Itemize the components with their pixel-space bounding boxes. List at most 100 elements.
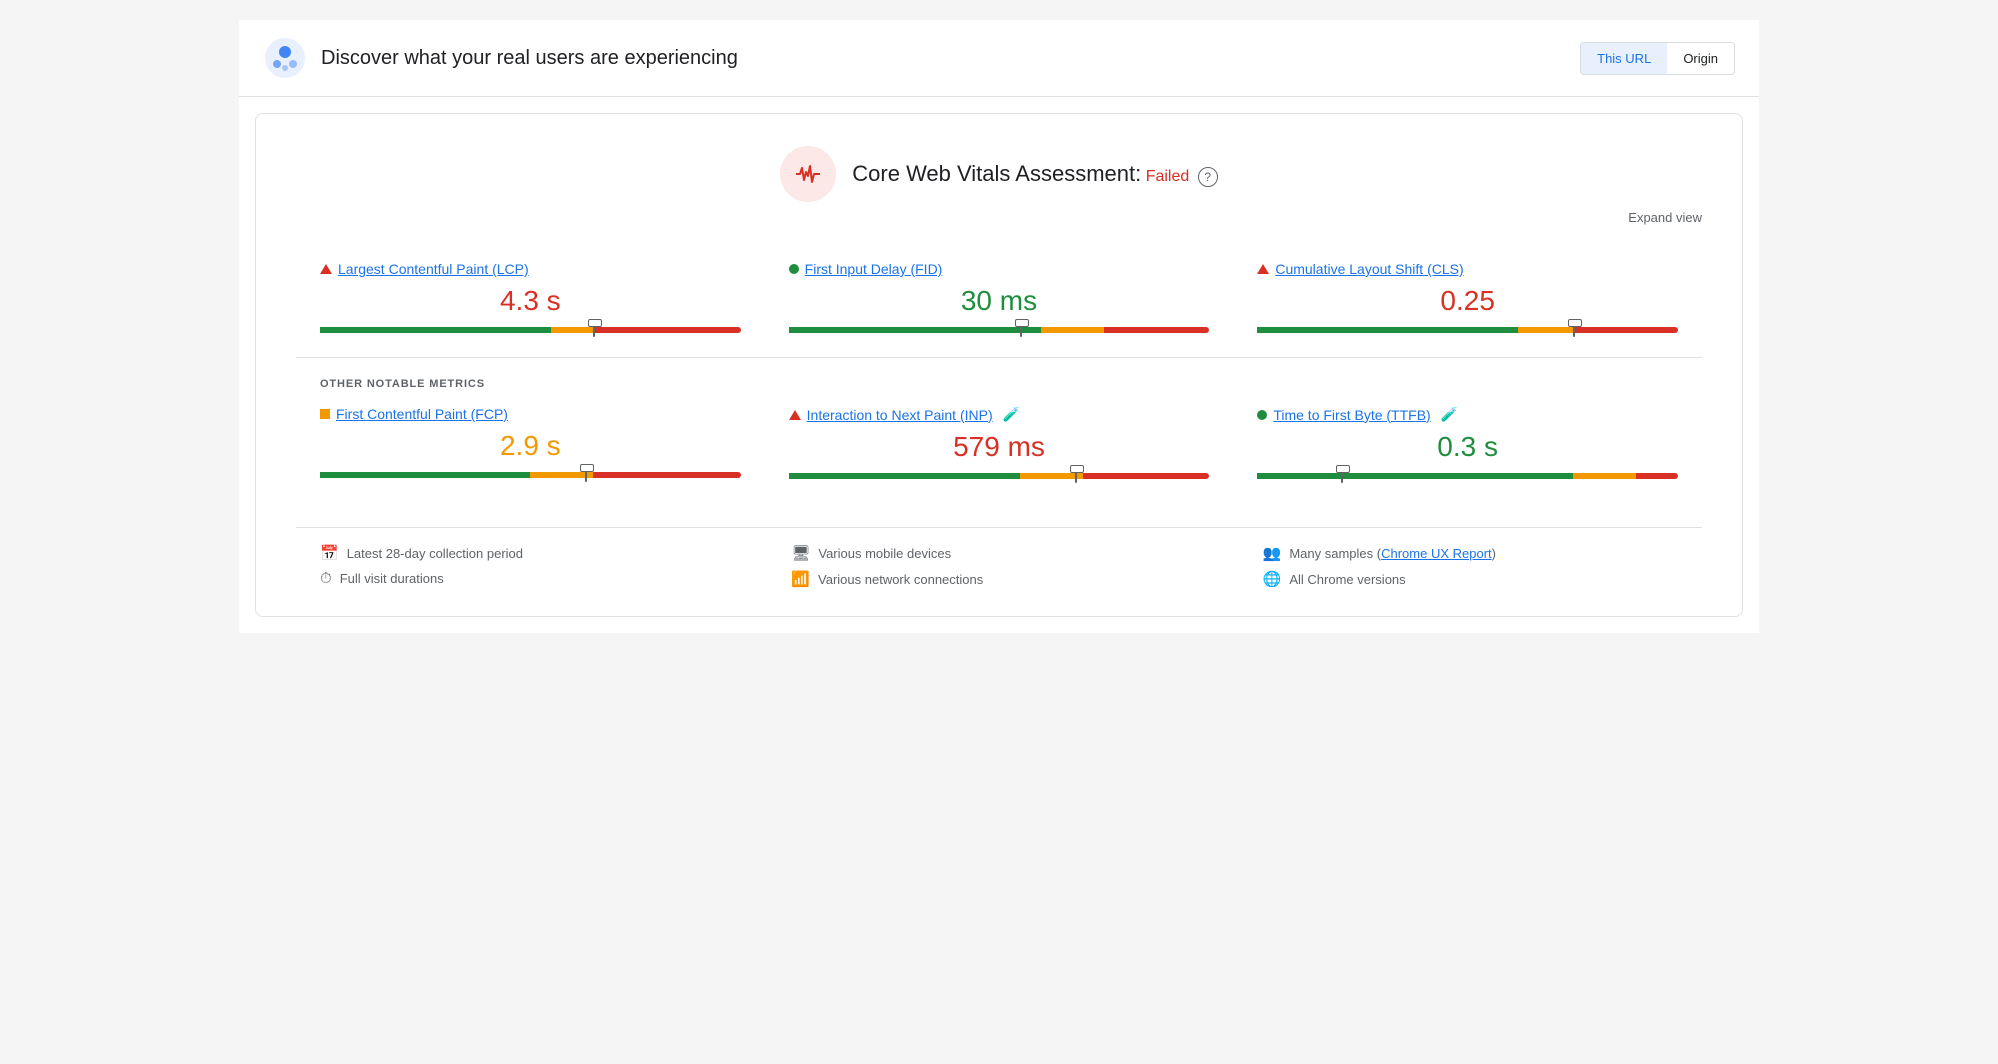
gauge-marker-fcp (585, 468, 587, 482)
metric-value-fid: 30 ms (789, 285, 1210, 317)
red-triangle-icon (789, 410, 801, 420)
metric-label-fcp: First Contentful Paint (FCP) (320, 406, 741, 422)
footer-item-icon-2-0: 👥 (1263, 544, 1282, 562)
gauge-green-cls (1257, 327, 1518, 333)
gauge-bar-fid (789, 327, 1210, 333)
orange-square-icon (320, 409, 330, 419)
gauge-green-ttfb (1257, 473, 1572, 479)
green-dot-icon (789, 264, 799, 274)
gauge-bar-cls (1257, 327, 1678, 333)
metric-value-cls: 0.25 (1257, 285, 1678, 317)
this-url-button[interactable]: This URL (1581, 43, 1667, 74)
footer-col-2: 👥 Many samples (Chrome UX Report) 🌐 All … (1239, 544, 1702, 588)
metric-link-cls[interactable]: Cumulative Layout Shift (CLS) (1275, 261, 1463, 277)
footer-item-0-0: 📅 Latest 28-day collection period (320, 544, 735, 562)
gauge-marker-cls (1573, 323, 1575, 337)
assessment-header: Core Web Vitals Assessment: Failed ? (296, 146, 1702, 202)
gauge-green-fcp (320, 472, 530, 478)
failed-waveform-icon (794, 164, 822, 184)
page-container: Discover what your real users are experi… (239, 20, 1759, 633)
metrics-divider (296, 357, 1702, 358)
footer-item-text-0-1: Full visit durations (340, 571, 444, 586)
gauge-green-lcp (320, 327, 551, 333)
footer-item-0-1: ⏱ Full visit durations (320, 570, 735, 587)
footer-item-1-0: 🖥 Various mobile devices (791, 544, 1206, 562)
origin-button[interactable]: Origin (1667, 43, 1734, 74)
header-title: Discover what your real users are experi… (321, 47, 738, 70)
metric-label-inp: Interaction to Next Paint (INP) 🧪 (789, 406, 1210, 423)
metric-label-lcp: Largest Contentful Paint (LCP) (320, 261, 741, 277)
gauge-orange-fcp (530, 472, 593, 478)
gauge-red-ttfb (1636, 473, 1678, 479)
metric-link-inp[interactable]: Interaction to Next Paint (INP) (807, 407, 993, 423)
metric-item-ttfb: Time to First Byte (TTFB) 🧪 0.3 s (1233, 390, 1702, 503)
gauge-orange-ttfb (1573, 473, 1636, 479)
footer-link-2-0[interactable]: Chrome UX Report (1381, 546, 1492, 561)
assessment-status: Failed (1146, 168, 1190, 185)
header-left: Discover what your real users are experi… (263, 36, 738, 80)
other-metrics-grid: First Contentful Paint (FCP) 2.9 s Inter… (296, 390, 1702, 503)
gauge-orange-cls (1518, 327, 1573, 333)
metric-item-fid: First Input Delay (FID) 30 ms (765, 245, 1234, 357)
gauge-green-fid (789, 327, 1041, 333)
footer-item-text-2-1: All Chrome versions (1289, 572, 1405, 587)
gauge-marker-fid (1020, 323, 1022, 337)
gauge-bar-ttfb (1257, 473, 1678, 479)
metric-item-cls: Cumulative Layout Shift (CLS) 0.25 (1233, 245, 1702, 357)
gauge-bar-inp (789, 473, 1210, 479)
gauge-green-inp (789, 473, 1020, 479)
metric-value-lcp: 4.3 s (320, 285, 741, 317)
url-origin-toggle: This URL Origin (1580, 42, 1735, 75)
gauge-orange-lcp (551, 327, 593, 333)
red-triangle-icon (320, 264, 332, 274)
footer-item-icon-0-1: ⏱ (320, 570, 332, 587)
gauge-marker-inp (1075, 469, 1077, 483)
gauge-bar-lcp (320, 327, 741, 333)
main-card: Core Web Vitals Assessment: Failed ? Exp… (255, 113, 1743, 617)
metric-link-lcp[interactable]: Largest Contentful Paint (LCP) (338, 261, 529, 277)
footer-item-text-1-0: Various mobile devices (818, 546, 951, 561)
metric-label-cls: Cumulative Layout Shift (CLS) (1257, 261, 1678, 277)
core-metrics-grid: Largest Contentful Paint (LCP) 4.3 s Fir… (296, 245, 1702, 357)
gauge-red-fid (1104, 327, 1209, 333)
footer-item-1-1: 📶 Various network connections (791, 570, 1206, 588)
footer-item-text-0-0: Latest 28-day collection period (347, 546, 523, 561)
footer-item-icon-1-1: 📶 (791, 570, 810, 588)
gauge-orange-fid (1041, 327, 1104, 333)
metric-value-inp: 579 ms (789, 431, 1210, 463)
footer-item-2-0: 👥 Many samples (Chrome UX Report) (1263, 544, 1678, 562)
gauge-red-inp (1083, 473, 1209, 479)
header: Discover what your real users are experi… (239, 20, 1759, 97)
red-triangle-icon (1257, 264, 1269, 274)
app-icon (263, 36, 307, 80)
expand-view-link[interactable]: Expand view (296, 210, 1702, 225)
green-dot-icon (1257, 410, 1267, 420)
gauge-red-lcp (593, 327, 740, 333)
gauge-red-cls (1573, 327, 1678, 333)
footer-info: 📅 Latest 28-day collection period ⏱ Full… (296, 527, 1702, 588)
gauge-red-fcp (593, 472, 740, 478)
metric-item-fcp: First Contentful Paint (FCP) 2.9 s (296, 390, 765, 503)
metric-value-fcp: 2.9 s (320, 430, 741, 462)
footer-item-icon-0-0: 📅 (320, 544, 339, 562)
metric-link-ttfb[interactable]: Time to First Byte (TTFB) (1273, 407, 1430, 423)
assessment-icon (780, 146, 836, 202)
other-metrics-title: OTHER NOTABLE METRICS (296, 378, 1702, 390)
experimental-icon: 🧪 (1003, 406, 1020, 423)
footer-item-text-1-1: Various network connections (818, 572, 983, 587)
footer-item-text-2-0: Many samples (Chrome UX Report) (1289, 546, 1496, 561)
assessment-text: Core Web Vitals Assessment: Failed ? (852, 161, 1217, 187)
metric-link-fcp[interactable]: First Contentful Paint (FCP) (336, 406, 508, 422)
assessment-title: Core Web Vitals Assessment: (852, 161, 1141, 186)
metric-label-fid: First Input Delay (FID) (789, 261, 1210, 277)
metric-item-lcp: Largest Contentful Paint (LCP) 4.3 s (296, 245, 765, 357)
footer-item-icon-1-0: 🖥 (791, 544, 810, 562)
footer-col-1: 🖥 Various mobile devices 📶 Various netwo… (767, 544, 1230, 588)
help-icon[interactable]: ? (1198, 167, 1218, 187)
metric-label-ttfb: Time to First Byte (TTFB) 🧪 (1257, 406, 1678, 423)
metric-value-ttfb: 0.3 s (1257, 431, 1678, 463)
footer-item-2-1: 🌐 All Chrome versions (1263, 570, 1678, 588)
gauge-bar-fcp (320, 472, 741, 478)
experimental-icon: 🧪 (1441, 406, 1458, 423)
metric-link-fid[interactable]: First Input Delay (FID) (805, 261, 943, 277)
